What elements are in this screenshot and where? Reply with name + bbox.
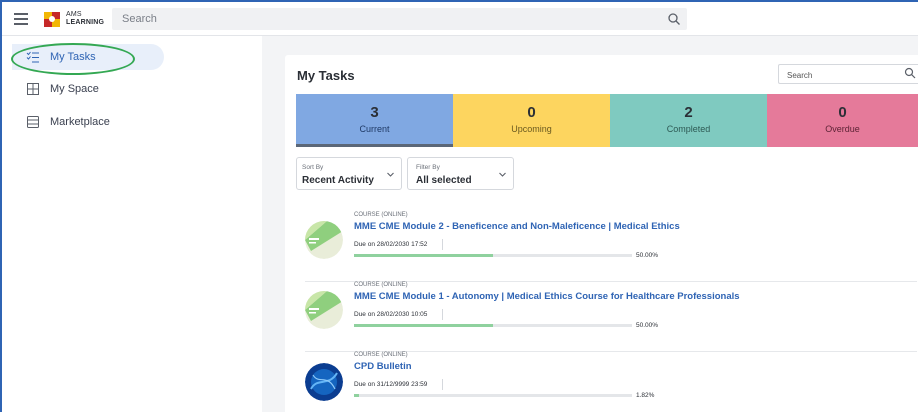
chevron-down-icon (387, 172, 394, 177)
logo-line-1: AMS (66, 11, 82, 18)
tile-completed[interactable]: 2 Completed (610, 94, 767, 147)
global-search-input[interactable] (112, 8, 687, 30)
progress-bar (354, 254, 632, 257)
task-due-date: Due on 28/02/2030 17:52 (354, 241, 428, 248)
logo-line-2: LEARNING (66, 19, 105, 26)
sidebar-item-marketplace[interactable]: Marketplace (12, 109, 164, 135)
tile-overdue[interactable]: 0 Overdue (767, 94, 918, 147)
top-bar: AMS LEARNING (2, 2, 918, 36)
chevron-down-icon (499, 172, 506, 177)
task-status-tiles: 3 Current 0 Upcoming 2 Completed 0 Overd… (296, 94, 918, 147)
tile-count: 0 (527, 104, 536, 121)
task-title-link[interactable]: MME CME Module 2 - Beneficence and Non-M… (354, 221, 680, 232)
sidebar: My Tasks My Space Marketplace (2, 36, 262, 412)
sort-by-caption: Sort By (302, 164, 324, 171)
tile-current[interactable]: 3 Current (296, 94, 453, 147)
progress-label: 50.00% (636, 252, 659, 259)
tile-label: Overdue (825, 124, 860, 134)
divider (442, 379, 443, 390)
divider (442, 309, 443, 320)
tile-label: Completed (666, 124, 711, 134)
progress-fill (354, 394, 360, 397)
task-search-icon[interactable] (904, 67, 916, 79)
my-tasks-panel: My Tasks 3 Current 0 Upcoming 2 Complete… (285, 55, 918, 412)
task-type: COURSE (ONLINE) (354, 282, 408, 288)
progress-label: 50.00% (636, 322, 659, 329)
task-search-input[interactable] (779, 66, 918, 85)
sort-by-value: Recent Activity (302, 175, 374, 186)
task-row: COURSE (ONLINE) MME CME Module 2 - Benef… (305, 212, 917, 282)
sidebar-item-label: My Tasks (50, 51, 96, 63)
page-title: My Tasks (297, 68, 355, 83)
task-list-icon (26, 51, 39, 63)
sidebar-item-my-space[interactable]: My Space (12, 76, 164, 102)
progress-bar (354, 324, 632, 327)
progress-fill (354, 324, 493, 327)
task-title-link[interactable]: CPD Bulletin (354, 361, 412, 372)
ams-logo[interactable] (42, 9, 62, 29)
task-title-link[interactable]: MME CME Module 1 - Autonomy | Medical Et… (354, 291, 740, 302)
sort-by-dropdown[interactable]: Sort By Recent Activity (296, 157, 402, 190)
tile-count: 2 (684, 104, 693, 121)
tile-label: Upcoming (511, 124, 552, 134)
global-search (112, 8, 687, 30)
sidebar-item-label: Marketplace (50, 116, 110, 128)
logo-text: AMS LEARNING (66, 11, 104, 27)
filter-by-value: All selected (416, 175, 472, 186)
progress-label: 1.82% (636, 392, 655, 399)
task-row: COURSE (ONLINE) MME CME Module 1 - Auton… (305, 282, 917, 352)
course-thumbnail[interactable] (305, 363, 343, 401)
sidebar-item-label: My Space (50, 83, 99, 95)
task-type: COURSE (ONLINE) (354, 352, 408, 358)
tile-label: Current (359, 124, 390, 134)
menu-icon[interactable] (14, 13, 28, 25)
progress-bar (354, 394, 632, 397)
task-search (778, 64, 918, 85)
grid-icon (27, 83, 39, 95)
course-thumbnail[interactable] (305, 221, 343, 259)
filter-by-caption: Filter By (416, 164, 440, 171)
task-row: COURSE (ONLINE) CPD Bulletin Due on 31/1… (305, 352, 917, 412)
tile-count: 0 (838, 104, 847, 121)
course-thumbnail[interactable] (305, 291, 343, 329)
tile-upcoming[interactable]: 0 Upcoming (453, 94, 610, 147)
catalog-icon (27, 116, 39, 128)
sidebar-item-my-tasks[interactable]: My Tasks (12, 44, 164, 70)
task-type: COURSE (ONLINE) (354, 212, 408, 218)
filter-by-dropdown[interactable]: Filter By All selected (407, 157, 514, 190)
divider (442, 239, 443, 250)
search-icon[interactable] (667, 12, 681, 26)
task-due-date: Due on 31/12/9999 23:59 (354, 381, 428, 388)
task-due-date: Due on 28/02/2030 10:05 (354, 311, 428, 318)
tile-count: 3 (370, 104, 379, 121)
progress-fill (354, 254, 493, 257)
